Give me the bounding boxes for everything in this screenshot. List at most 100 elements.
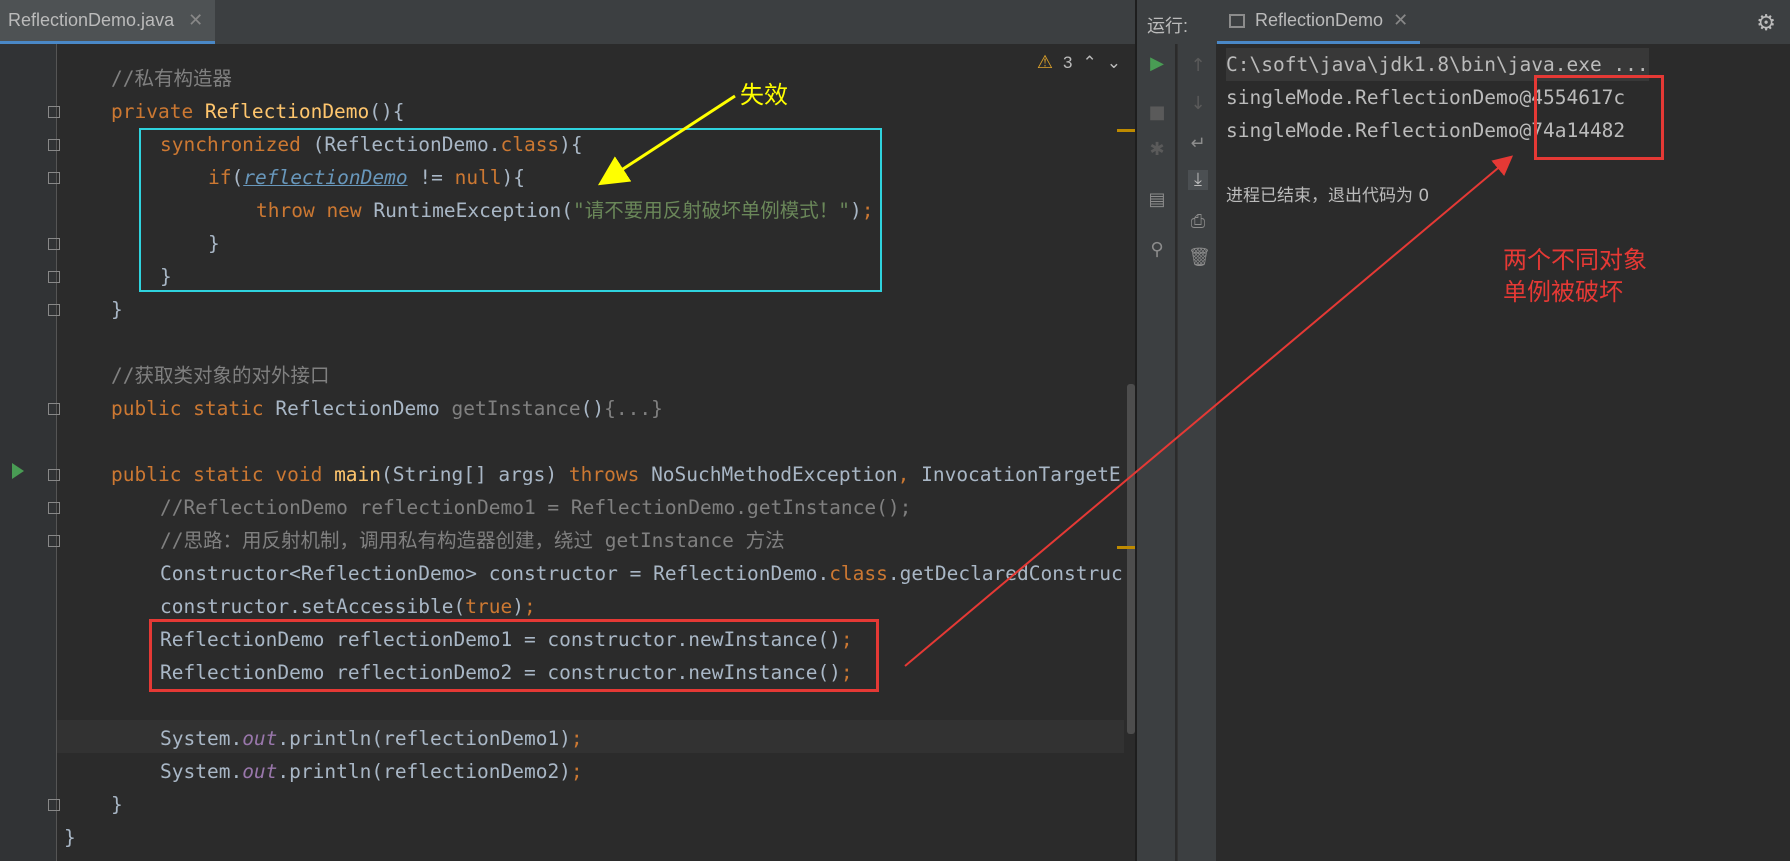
code-token: InvocationTargetE [921,463,1121,486]
debug-icon[interactable]: ✱ [1147,140,1167,160]
code-token: getInstance [451,397,581,420]
code-token: (String[] args) [381,463,569,486]
code-token: .getDeclaredConstruc [887,562,1123,585]
rerun-icon[interactable]: ▶ [1147,54,1167,74]
code-line[interactable]: public static ReflectionDemo getInstance… [111,392,663,425]
run-header: 运行: ReflectionDemo ✕ ⚙ [1137,0,1790,44]
console-output[interactable]: C:\soft\java\jdk1.8\bin\java.exe ... sing… [1226,44,1790,861]
fold-marker-icon[interactable] [48,304,60,316]
close-icon[interactable]: ✕ [188,10,203,31]
code-line[interactable]: //ReflectionDemo reflectionDemo1 = Refle… [160,491,911,524]
run-panel-title: 运行: [1147,16,1189,36]
code-token: } [111,298,123,321]
console-line: 进程已结束，退出代码为 0 [1226,186,1430,206]
code-line[interactable]: private ReflectionDemo(){ [111,95,405,128]
print-icon[interactable]: ⎙ [1188,212,1208,232]
warning-marker[interactable] [1117,129,1135,132]
code-token: ; [523,595,536,618]
arrow-down-icon[interactable]: ↓ [1188,94,1208,114]
run-gutter-icon[interactable] [12,463,24,479]
code-token: //私有构造器 [111,67,232,90]
warning-count: 3 [1063,52,1073,72]
editor-tab-reflectiondemo[interactable]: ReflectionDemo.java ✕ [0,0,216,44]
code-token: NoSuchMethodException [651,463,898,486]
scroll-to-end-icon[interactable]: ⤓ [1188,170,1208,190]
run-toolbar-right: ↑ ↓ ↵ ⤓ ⎙ 🗑 [1177,44,1216,861]
fold-marker-icon[interactable] [48,238,60,250]
code-line[interactable]: } [64,821,76,854]
code-token: public static void [111,463,335,486]
chevron-up-icon[interactable]: ⌃ [1083,53,1097,73]
warning-icon[interactable]: ⚠ [1037,52,1053,73]
fold-marker-icon[interactable] [48,172,60,184]
fold-marker-icon[interactable] [48,403,60,415]
scrollbar-thumb[interactable] [1127,384,1135,734]
code-line[interactable]: public static void main(String[] args) t… [111,458,1121,491]
synchronized-block-highlight [139,128,882,292]
code-token: () [580,397,605,420]
code-token: class [829,562,888,585]
soft-wrap-icon[interactable]: ↵ [1188,134,1208,154]
editor-gutter [0,44,57,861]
hash-highlight [1534,75,1664,160]
code-token: ) [512,595,524,618]
new-instance-highlight [149,619,879,692]
code-token: , [897,463,922,486]
code-token: public static [111,397,276,420]
warning-marker[interactable] [1117,546,1135,549]
code-token: ; [570,727,583,750]
broken-annotation-line1: 两个不同对象 [1503,246,1647,274]
code-token: constructor.setAccessible( [160,595,466,618]
gear-icon[interactable]: ⚙ [1756,10,1776,36]
code-token: } [111,793,123,816]
code-line[interactable]: System.out.println(reflectionDemo1); [160,722,583,755]
layout-icon[interactable]: ▤ [1147,190,1167,210]
code-token: //获取类对象的对外接口 [111,364,330,387]
editor-tab-bar: ReflectionDemo.java ✕ [0,0,1135,45]
fold-marker-icon[interactable] [48,469,60,481]
code-line[interactable]: //思路：用反射机制，调用私有构造器创建，绕过 getInstance 方法 [160,524,785,557]
pin-icon[interactable]: ⚲ [1147,240,1167,260]
code-token: System. [160,727,243,750]
run-toolbar-left: ▶ ■ ✱ ▤ ⚲ [1137,44,1175,861]
fold-marker-icon[interactable] [48,271,60,283]
code-token: .println(reflectionDemo2) [277,760,571,783]
code-token: main [334,463,382,486]
fold-marker-icon[interactable] [48,139,60,151]
code-token: ; [570,760,583,783]
close-icon[interactable]: ✕ [1393,10,1408,31]
code-token: ReflectionDemo [204,100,370,123]
fold-marker-icon[interactable] [48,799,60,811]
trash-icon[interactable]: 🗑 [1188,248,1211,268]
code-line[interactable]: System.out.println(reflectionDemo2); [160,755,583,788]
code-token: out [242,760,278,783]
run-tab-label: ReflectionDemo [1255,10,1384,30]
chevron-down-icon[interactable]: ⌄ [1107,53,1121,73]
inspection-widget[interactable]: ⚠ 3 ⌃ ⌄ [1037,52,1121,73]
code-token: Constructor<ReflectionDemo> constructor … [160,562,830,585]
arrow-up-icon[interactable]: ↑ [1188,56,1208,76]
code-line[interactable]: Constructor<ReflectionDemo> constructor … [160,557,1123,590]
broken-annotation-line2: 单例被破坏 [1503,278,1623,306]
code-editor[interactable]: //私有构造器 private ReflectionDemo(){synchron… [0,44,1135,861]
fold-marker-icon[interactable] [48,106,60,118]
stop-icon[interactable]: ■ [1147,103,1167,123]
code-token: {...} [604,397,663,420]
code-token: //ReflectionDemo reflectionDemo1 = Refle… [160,496,912,519]
editor-tab-label: ReflectionDemo.java [8,10,175,30]
fold-marker-icon[interactable] [48,535,60,547]
code-token: (){ [369,100,405,123]
code-line[interactable]: //私有构造器 [111,62,232,95]
invalid-annotation: 失效 [740,81,788,109]
code-token: throws [568,463,652,486]
fold-marker-icon[interactable] [48,502,60,514]
code-token: ReflectionDemo [275,397,452,420]
code-line[interactable]: } [111,293,123,326]
code-token: true [465,595,513,618]
code-line[interactable]: //获取类对象的对外接口 [111,359,329,392]
editor-scrollbar[interactable] [1125,44,1135,861]
code-token: } [64,826,76,849]
code-token: System. [160,760,243,783]
code-line[interactable]: } [111,788,123,821]
run-tab-reflectiondemo[interactable]: ReflectionDemo ✕ [1217,0,1421,44]
